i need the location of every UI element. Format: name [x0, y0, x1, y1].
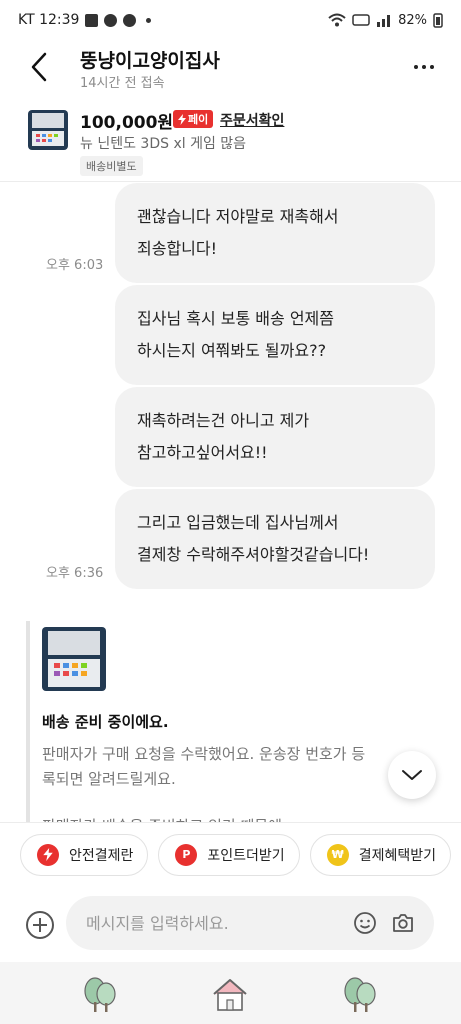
smiley-icon — [354, 912, 376, 934]
message-line: 결제창 수락해주셔야할것같습니다! — [137, 545, 370, 564]
message-bubble[interactable]: 그리고 입금했는데 집사님께서 결제창 수락해주셔야할것같습니다! — [115, 489, 435, 589]
message-line: 집사님 혹시 보통 배송 언제쯤 — [137, 309, 334, 328]
back-button[interactable] — [22, 50, 56, 84]
message-line: 괜찮습니다 저야말로 재촉해서 — [137, 207, 339, 226]
message-bubble[interactable]: 재촉하려는건 아니고 제가 참고하고싶어서요!! — [115, 387, 435, 487]
product-name: 뉴 닌텐도 3DS xl 게임 많음 — [80, 136, 247, 152]
pay-badge: 페이 — [173, 110, 214, 128]
pay-badge-label: 페이 — [188, 113, 209, 126]
product-thumbnail[interactable] — [28, 110, 68, 150]
more-dot-icon — [422, 65, 426, 69]
battery-level: 82% — [398, 12, 427, 28]
product-summary[interactable]: 100,000원 페이 주문서확인 뉴 닌텐도 3DS xl 게임 많음 배송비… — [0, 104, 461, 182]
chat-notification-icon — [123, 13, 137, 27]
message-time: 오후 6:36 — [46, 566, 104, 581]
back-arrow-icon — [31, 52, 47, 82]
status-bar: KT 12:39 82% — [0, 0, 461, 40]
shipping-tag: 배송비별도 — [80, 156, 143, 176]
message-line: 그리고 입금했는데 집사님께서 — [137, 513, 339, 532]
order-check-link[interactable]: 주문서확인 — [220, 110, 284, 130]
more-dot-icon — [430, 65, 434, 69]
hd-voice-icon — [352, 14, 370, 26]
attach-button[interactable] — [25, 910, 55, 940]
bottom-navigation — [0, 962, 461, 1024]
message-composer — [0, 895, 461, 955]
nav-recent-apps-button[interactable] — [80, 974, 120, 1014]
card-product-thumbnail[interactable] — [42, 627, 106, 691]
lightning-icon — [178, 113, 186, 125]
message-input-wrapper — [66, 896, 434, 950]
shipping-status-card: 배송 준비 중이에요. 판매자가 구매 요청을 수락했어요. 운송장 번호가 등… — [26, 621, 446, 823]
chat-header: 뚱냥이고양이집사 14시간 전 접속 — [0, 40, 461, 98]
more-dot-icon — [414, 65, 418, 69]
lightning-icon — [37, 843, 59, 866]
card-text: 판매자가 구매 요청을 수락했어요. 운송장 번호가 등록되면 알려드릴게요. — [42, 745, 366, 788]
more-notifications-icon — [146, 17, 152, 23]
battery-icon — [433, 13, 443, 28]
seller-name: 뚱냥이고양이집사 — [80, 50, 220, 72]
message-bubble[interactable]: 집사님 혹시 보통 배송 언제쯤 하시는지 여쭤봐도 될까요?? — [115, 285, 435, 385]
status-time: KT 12:39 — [18, 12, 80, 28]
camera-button[interactable] — [391, 911, 415, 935]
message-line: 재촉하려는건 아니고 제가 — [137, 411, 310, 430]
more-points-button[interactable]: P 포인트더받기 — [158, 833, 300, 876]
quick-action-label: 포인트더받기 — [207, 847, 285, 864]
product-price: 100,000원 — [80, 113, 174, 133]
chevron-down-icon — [402, 770, 422, 780]
wifi-icon — [328, 13, 346, 27]
signal-icon — [377, 15, 391, 27]
quick-action-label: 결제혜택받기 — [358, 847, 436, 864]
won-coin-icon: ₩ — [326, 843, 349, 866]
tree-icon — [344, 977, 376, 1012]
message-input[interactable] — [86, 896, 336, 950]
tree-icon — [84, 977, 116, 1012]
app-notification-icon — [104, 13, 118, 27]
message-line: 죄송합니다! — [137, 239, 218, 258]
last-seen: 14시간 전 접속 — [80, 76, 165, 91]
house-icon — [213, 979, 247, 1011]
nav-home-button[interactable] — [210, 974, 250, 1014]
message-time: 오후 6:03 — [46, 258, 104, 273]
card-title: 배송 준비 중이에요. — [42, 713, 169, 731]
emoji-button[interactable] — [353, 911, 377, 935]
scroll-down-button[interactable] — [388, 751, 436, 799]
safe-payment-button[interactable]: 안전결제란 — [20, 833, 149, 876]
quick-action-label: 안전결제란 — [69, 847, 134, 864]
message-line: 참고하고싶어서요!! — [137, 443, 268, 462]
message-line: 하시는지 여쭤봐도 될까요?? — [137, 341, 327, 360]
plus-icon — [26, 911, 54, 939]
nav-back-button[interactable] — [340, 974, 380, 1014]
chat-messages[interactable]: 괜찮습니다 저야말로 재촉해서 죄송합니다! 오후 6:03 집사님 혹시 보통… — [0, 183, 461, 823]
payment-benefit-button[interactable]: ₩ 결제혜택받기 — [309, 833, 451, 876]
message-bubble[interactable]: 괜찮습니다 저야말로 재촉해서 죄송합니다! — [115, 183, 435, 283]
camera-icon — [393, 914, 413, 932]
gallery-notification-icon — [85, 13, 99, 27]
more-options-button[interactable] — [407, 54, 441, 80]
point-p-icon: P — [175, 843, 198, 866]
quick-actions: 안전결제란 P 포인트더받기 ₩ 결제혜택받기 — [0, 822, 461, 886]
